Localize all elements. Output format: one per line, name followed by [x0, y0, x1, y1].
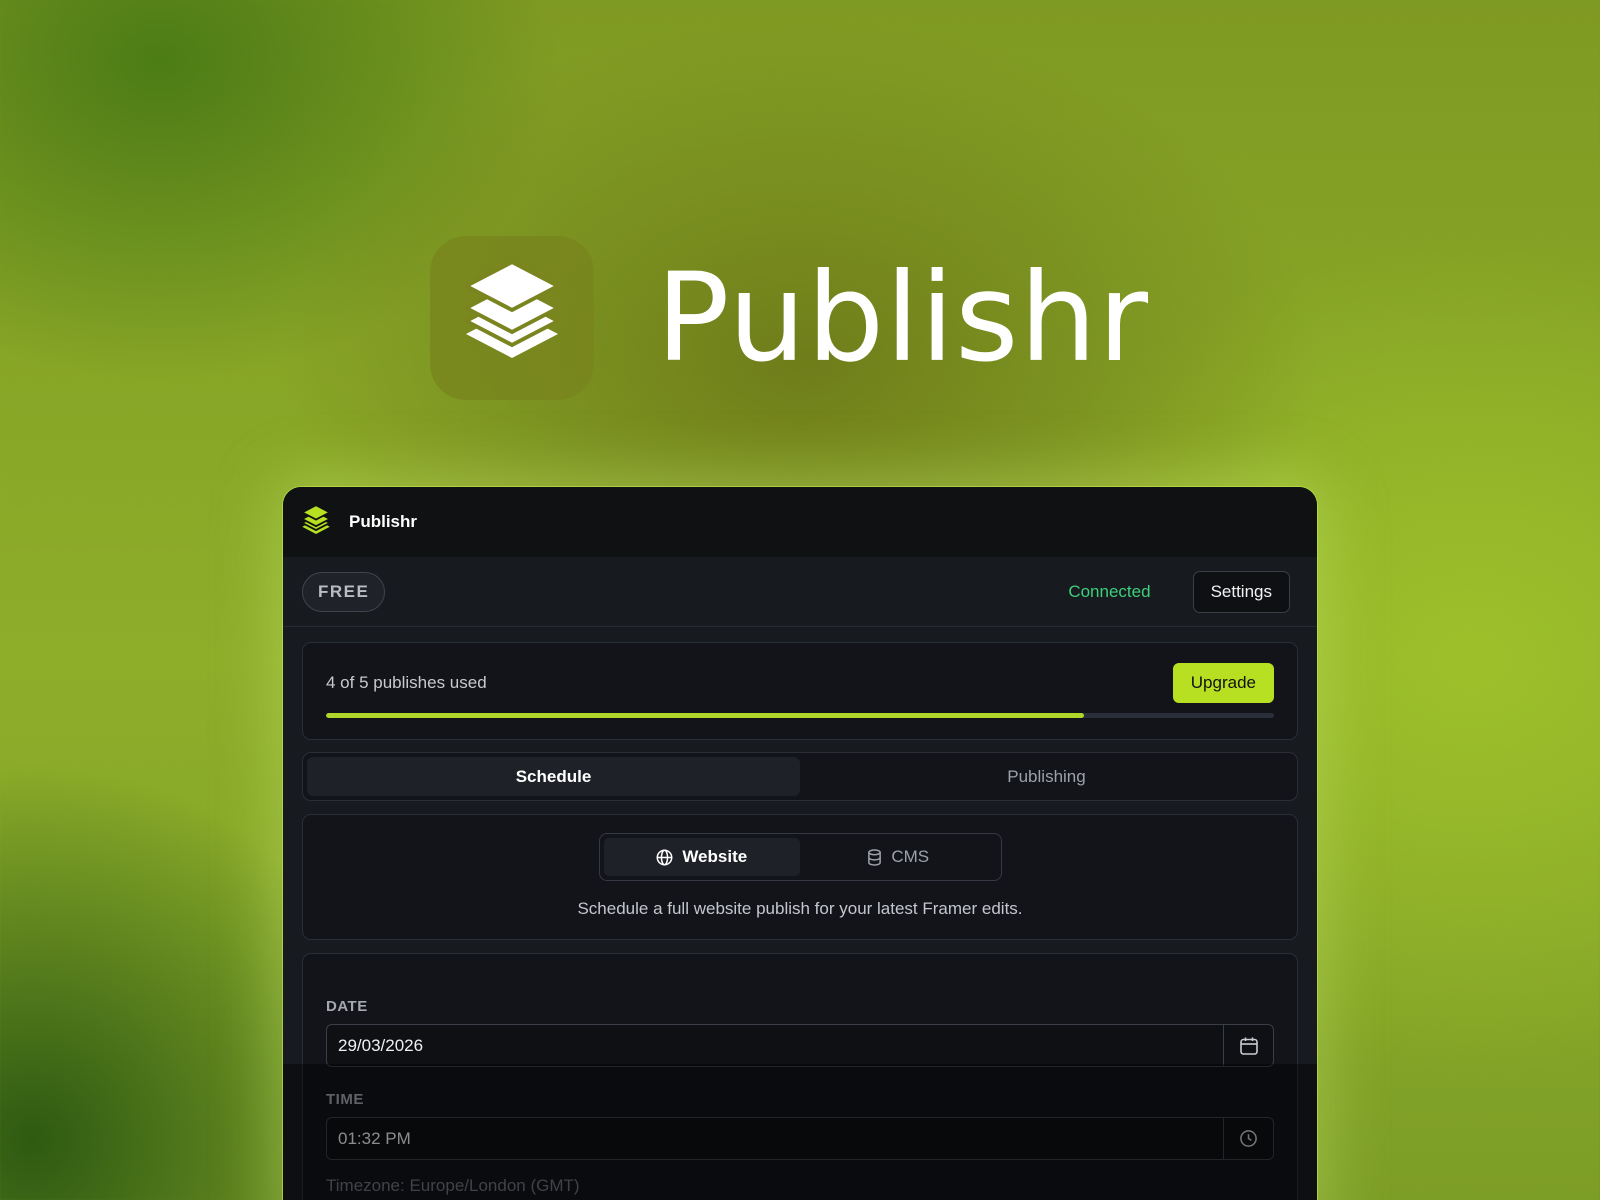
- mode-description: Schedule a full website publish for your…: [577, 899, 1023, 918]
- date-picker-button[interactable]: [1223, 1025, 1273, 1066]
- usage-text: 4 of 5 publishes used: [326, 673, 487, 692]
- hero-logo: [430, 236, 594, 400]
- mode-cms[interactable]: CMS: [800, 838, 997, 876]
- date-field: [326, 1024, 1274, 1067]
- time-input[interactable]: [327, 1118, 1223, 1159]
- title-bar: Publishr: [283, 487, 1317, 557]
- date-input[interactable]: [327, 1025, 1223, 1066]
- hero: Publishr: [430, 236, 1149, 400]
- mode-cms-label: CMS: [891, 847, 930, 866]
- hero-title: Publishr: [656, 247, 1150, 389]
- app-name: Publishr: [349, 512, 418, 531]
- tab-publishing[interactable]: Publishing: [800, 757, 1293, 796]
- layers-stack-icon: [462, 262, 562, 358]
- layers-stack-icon: [301, 505, 331, 534]
- timezone-text: Timezone: Europe/London (GMT): [326, 1176, 580, 1195]
- usage-progress-bar: [326, 713, 1274, 718]
- database-icon: [868, 848, 882, 866]
- plan-badge: FREE: [302, 571, 386, 612]
- toolbar: FREE Connected Settings: [283, 557, 1317, 627]
- mode-website-label: Website: [682, 847, 748, 866]
- mode-website[interactable]: Website: [603, 838, 800, 876]
- app-window: Publishr FREE Connected Settings 4 of 5 …: [283, 487, 1317, 1200]
- time-label: TIME: [326, 1091, 364, 1108]
- settings-button[interactable]: Settings: [1192, 570, 1290, 613]
- main-tabs: Schedule Publishing: [302, 752, 1298, 801]
- date-label: DATE: [326, 998, 368, 1015]
- publish-mode-card: Website CMS Schedule a full website publ…: [302, 814, 1298, 940]
- tab-schedule[interactable]: Schedule: [307, 757, 800, 796]
- globe-icon: [656, 849, 673, 865]
- usage-card: 4 of 5 publishes used Upgrade: [302, 642, 1298, 740]
- time-picker-button[interactable]: [1223, 1118, 1273, 1159]
- clock-icon: [1240, 1130, 1257, 1147]
- time-field: [326, 1117, 1274, 1160]
- mode-switch: Website CMS: [598, 833, 1002, 881]
- schedule-form: DATE TIME Timezone: Europe/L: [302, 953, 1298, 1200]
- upgrade-button[interactable]: Upgrade: [1172, 663, 1274, 703]
- calendar-icon: [1239, 1037, 1258, 1055]
- connection-status: Connected: [1068, 581, 1151, 601]
- usage-progress-fill: [326, 713, 1085, 718]
